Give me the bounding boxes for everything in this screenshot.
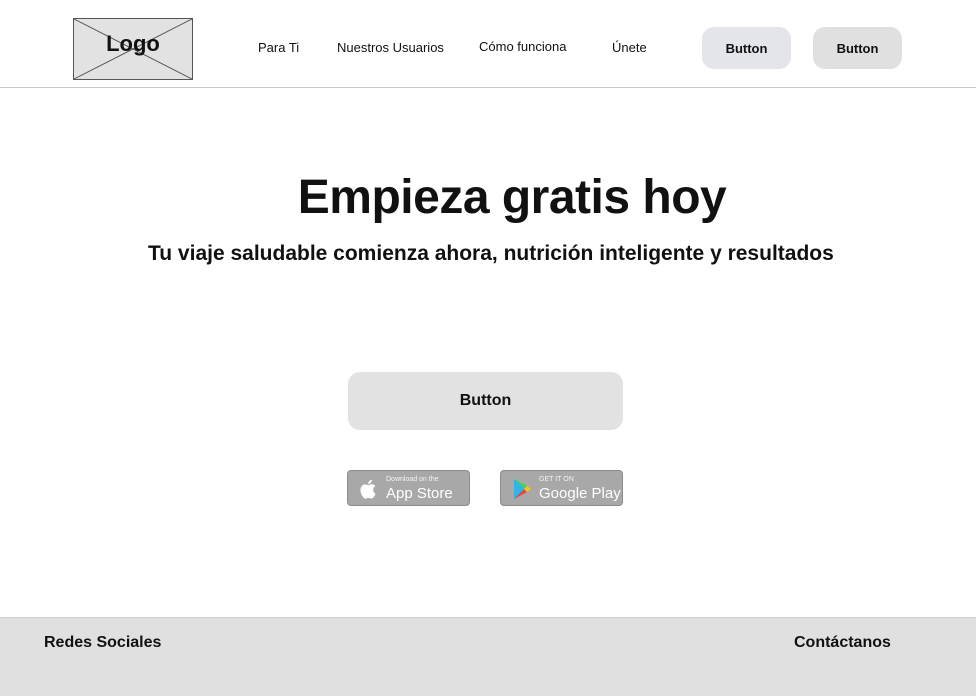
hero-title: Empieza gratis hoy: [297, 171, 727, 224]
app-store-small-text: Download on the: [386, 476, 439, 483]
google-play-small-text: GET IT ON: [539, 476, 574, 483]
hero-subtitle: Tu viaje saludable comienza ahora, nutri…: [148, 242, 834, 265]
hero-cta-button[interactable]: Button: [348, 372, 623, 430]
logo-text: Logo: [106, 31, 160, 56]
google-play-icon: [514, 479, 531, 499]
apple-icon: [360, 479, 376, 499]
footer-social-link[interactable]: Redes Sociales: [44, 634, 161, 652]
nav-link-como-funciona[interactable]: Cómo funciona: [479, 39, 566, 54]
google-play-big-text: Google Play: [539, 485, 621, 502]
footer-contact-link[interactable]: Contáctanos: [794, 634, 891, 652]
nav-link-nuestros-usuarios[interactable]: Nuestros Usuarios: [337, 40, 444, 55]
footer: Redes Sociales Contáctanos: [0, 617, 976, 696]
google-play-badge[interactable]: GET IT ON Google Play: [500, 470, 623, 506]
app-store-big-text: App Store: [386, 485, 453, 502]
app-store-badge[interactable]: Download on the App Store: [347, 470, 470, 506]
header: Logo Para Ti Nuestros Usuarios Cómo func…: [0, 0, 976, 88]
header-button-secondary[interactable]: Button: [813, 27, 902, 69]
header-button-primary[interactable]: Button: [702, 27, 791, 69]
nav-link-unete[interactable]: Únete: [612, 40, 647, 55]
logo-placeholder[interactable]: Logo: [73, 18, 193, 80]
nav-link-para-ti[interactable]: Para Ti: [258, 40, 299, 55]
